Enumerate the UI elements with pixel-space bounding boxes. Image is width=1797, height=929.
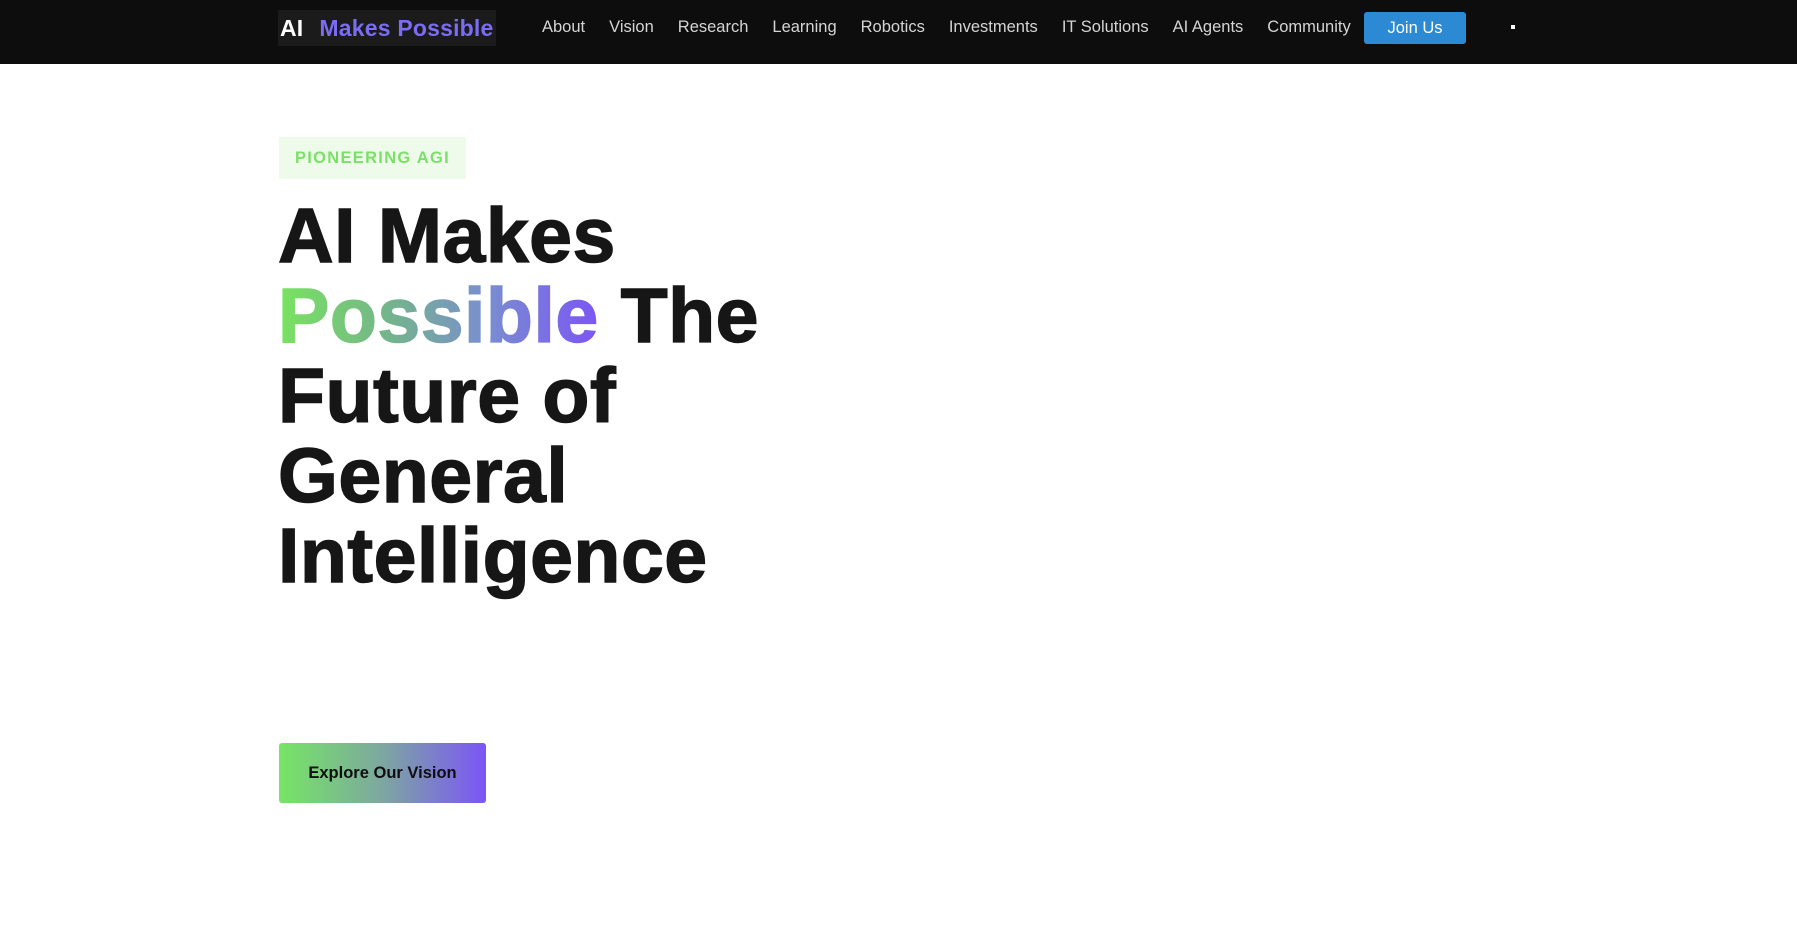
nav-link-vision[interactable]: Vision: [609, 18, 654, 37]
hero-title-line-5: Intelligence: [277, 513, 708, 599]
hero-title-line-3: Future of: [277, 353, 617, 439]
hero-title-line-4: General: [277, 433, 569, 519]
nav-link-ai-agents[interactable]: AI Agents: [1173, 18, 1244, 37]
nav-link-robotics[interactable]: Robotics: [861, 18, 925, 37]
nav-link-community[interactable]: Community: [1267, 18, 1350, 37]
join-us-button[interactable]: Join Us: [1364, 12, 1466, 44]
main-nav: About Vision Research Learning Robotics …: [542, 0, 1351, 55]
menu-dot-icon[interactable]: [1511, 25, 1515, 29]
nav-link-about[interactable]: About: [542, 18, 585, 37]
hero-badge: PIONEERING AGI: [279, 137, 466, 179]
explore-vision-button[interactable]: Explore Our Vision: [279, 743, 486, 803]
nav-link-learning[interactable]: Learning: [772, 18, 836, 37]
hero-title-line-1: AI Makes: [277, 193, 616, 279]
hero-title-line-2: Possible The: [277, 273, 878, 359]
hero-title-gradient-word: Possible: [277, 273, 599, 359]
hero-title: AI Makes Possible The Future of General …: [277, 193, 878, 599]
top-navbar: AI Makes Possible About Vision Research …: [0, 0, 1797, 64]
logo-highlight: Makes Possible: [319, 14, 494, 41]
site-logo[interactable]: AI Makes Possible: [278, 10, 496, 46]
nav-link-investments[interactable]: Investments: [949, 18, 1038, 37]
hero-title-line-2-rest: The: [620, 273, 759, 359]
logo-prefix: AI: [280, 14, 304, 41]
nav-link-research[interactable]: Research: [678, 18, 749, 37]
nav-link-it-solutions[interactable]: IT Solutions: [1062, 18, 1149, 37]
